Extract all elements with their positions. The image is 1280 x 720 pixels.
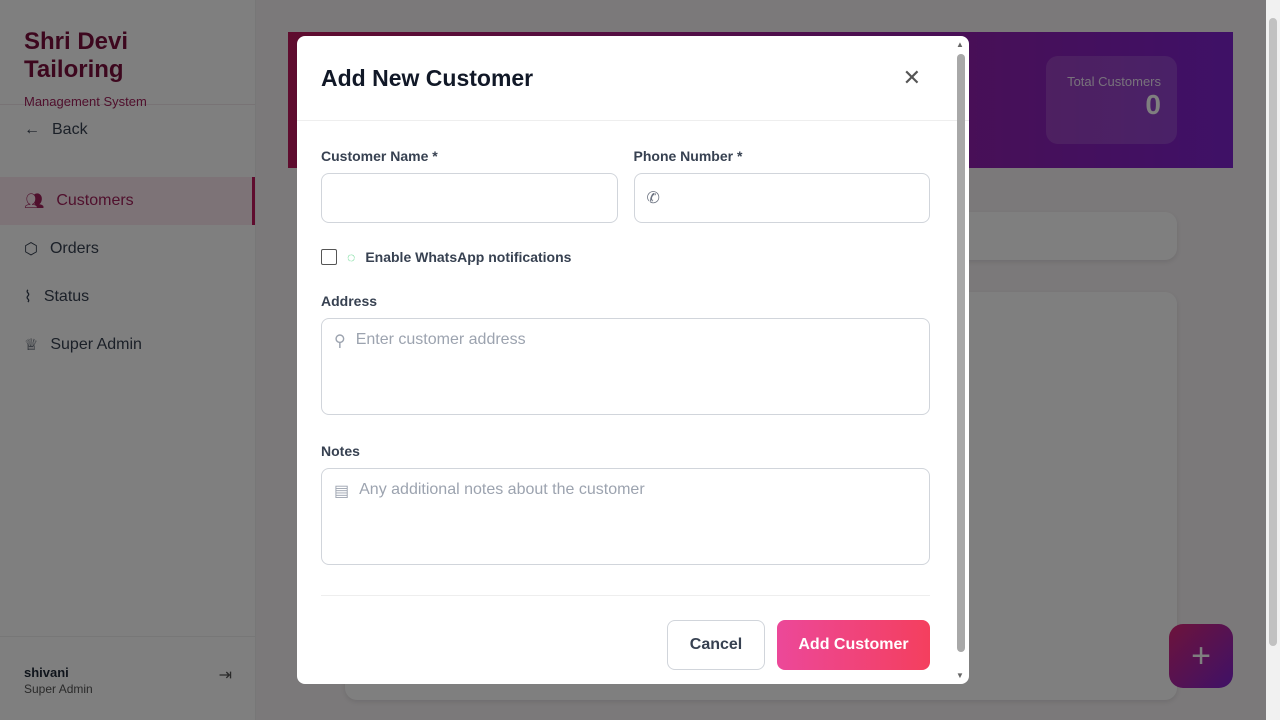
address-placeholder: Enter customer address [355, 331, 526, 348]
page-scrollbar[interactable] [1266, 0, 1280, 720]
cancel-button[interactable]: Cancel [667, 620, 765, 670]
map-pin-icon: ⚲ [334, 333, 346, 350]
phone-label: Phone Number * [633, 148, 743, 164]
add-customer-modal: Add New Customer ✕ Customer Name * Phone… [297, 36, 969, 684]
address-label: Address [321, 293, 378, 309]
address-textarea[interactable]: ⚲ Enter customer address [321, 318, 930, 415]
file-text-icon: ▤ [334, 483, 350, 500]
phone-icon: ✆ [646, 190, 660, 207]
notes-label: Notes [321, 443, 360, 459]
whatsapp-icon: ◌ [347, 249, 356, 265]
phone-input[interactable]: ✆ [633, 173, 930, 223]
whatsapp-label: Enable WhatsApp notifications [365, 249, 572, 265]
close-icon[interactable]: ✕ [903, 65, 921, 91]
modal-scrollbar[interactable]: ▲ ▼ [956, 40, 966, 680]
whatsapp-checkbox[interactable] [321, 249, 337, 265]
name-label: Customer Name * [321, 148, 438, 164]
modal-title: Add New Customer [321, 64, 534, 91]
customer-name-input[interactable] [321, 173, 618, 223]
notes-textarea[interactable]: ▤ Any additional notes about the customer [321, 468, 930, 565]
add-customer-button[interactable]: Add Customer [777, 620, 930, 670]
notes-placeholder: Any additional notes about the customer [359, 481, 645, 498]
